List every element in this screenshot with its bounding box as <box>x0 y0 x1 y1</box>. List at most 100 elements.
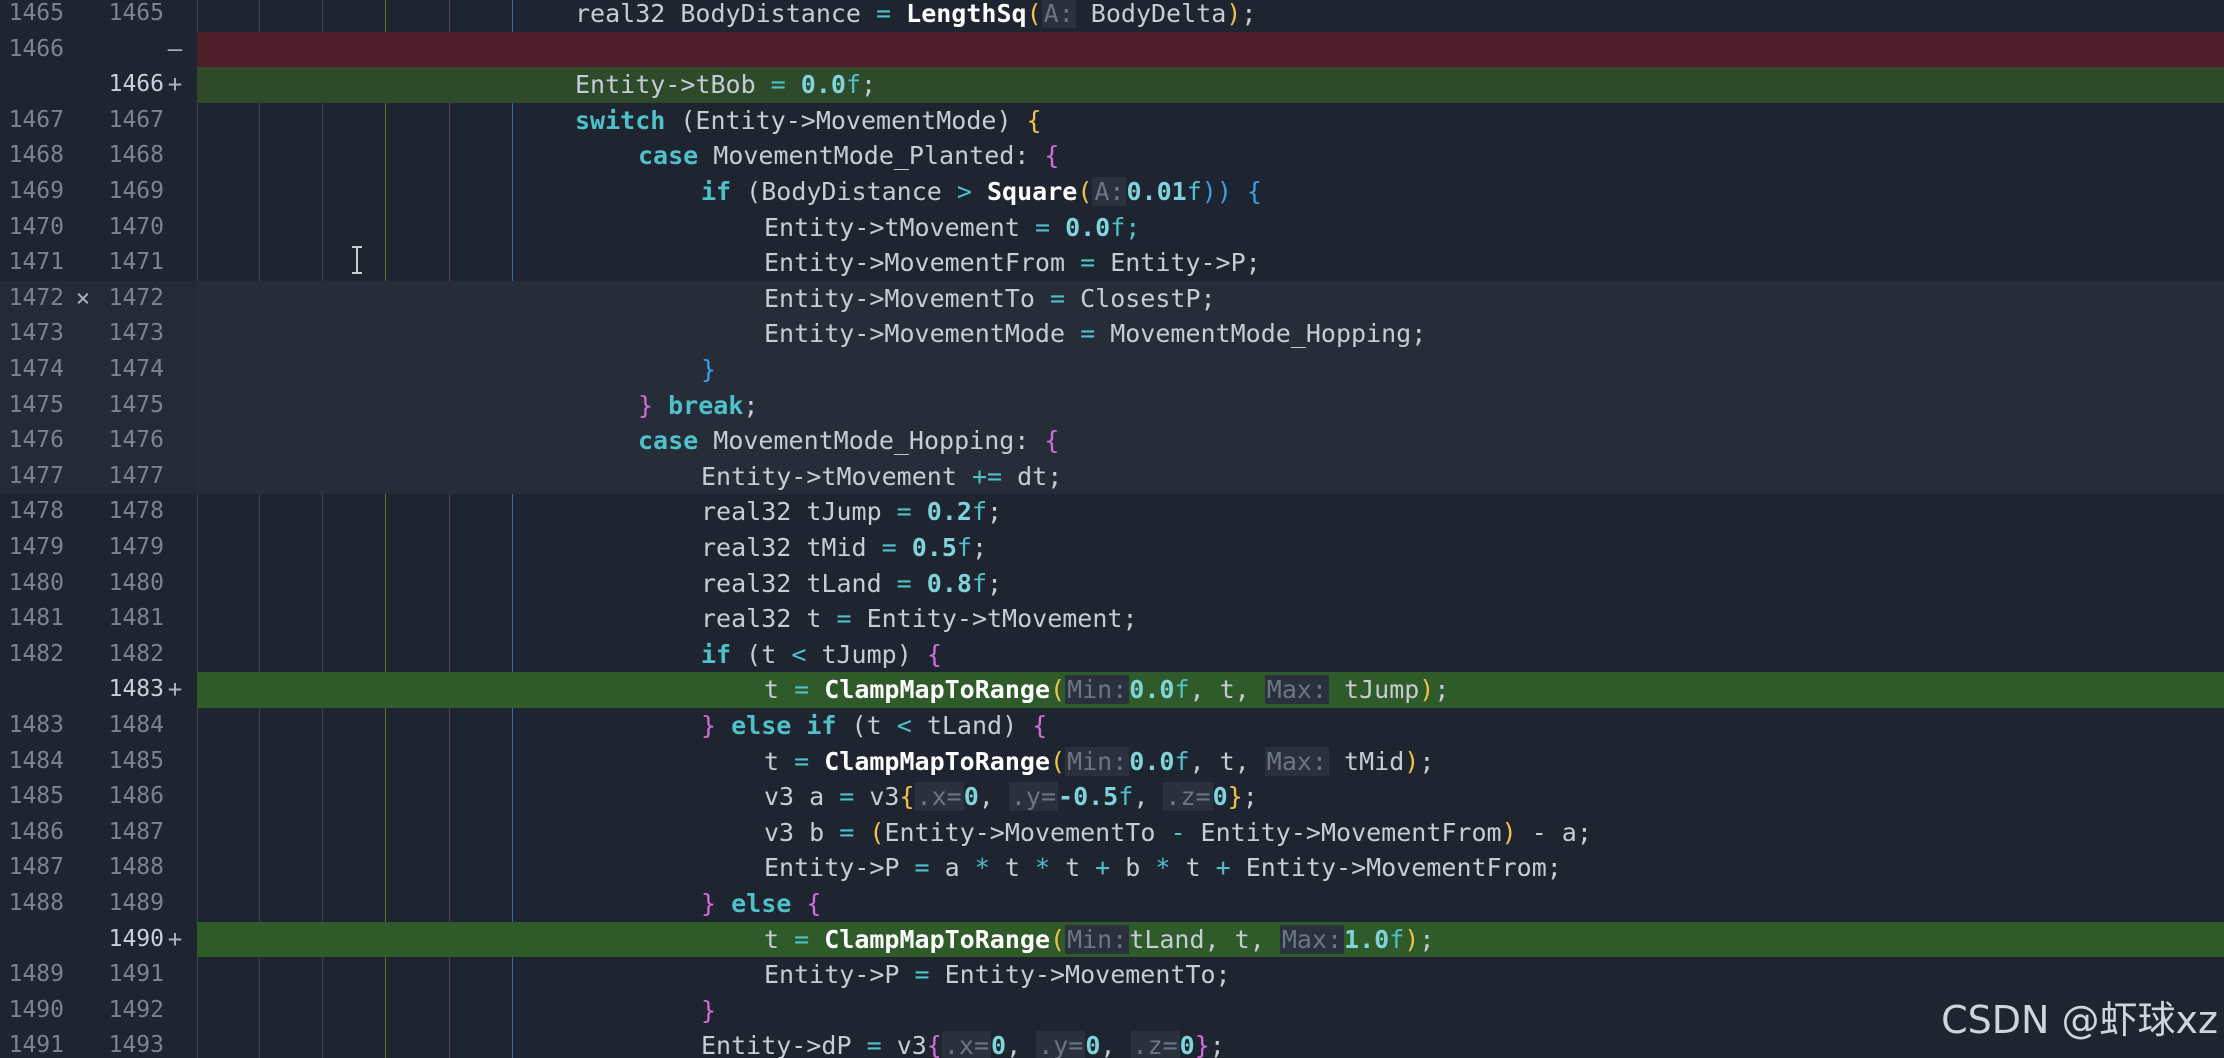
code-line: } <box>701 995 717 1025</box>
old-line-number: 1472 <box>8 284 64 311</box>
new-line-number: 1478 <box>108 498 164 525</box>
old-line-number: 1491 <box>8 1032 64 1058</box>
code-line: if (t < tJump) { <box>701 639 942 669</box>
code-line: Entity->MovementTo = ClosestP; <box>764 283 1216 313</box>
diff-row-hunk: 1472 ⨯ 1472 Entity->MovementTo = Closest… <box>0 280 2224 317</box>
new-line-number: 1491 <box>108 961 164 988</box>
diff-row: 1486 1487 v3 b = (Entity->MovementTo - E… <box>0 814 2224 851</box>
code-line: } else if (t < tLand) { <box>701 711 1048 740</box>
code-line: real32 tMid = 0.5f; <box>701 533 988 562</box>
old-line-number: 1466 <box>8 35 64 62</box>
code-line: v3 b = (Entity->MovementTo - Entity->Mov… <box>764 817 1592 847</box>
new-line-number: 1472 <box>108 284 164 311</box>
code-line: Entity->tMovement += dt; <box>701 461 1063 491</box>
diff-row-hunk: 1474 1474 } <box>0 352 2224 388</box>
code-line: real32 tJump = 0.2f; <box>701 497 1003 527</box>
old-line-number: 1483 <box>8 712 64 738</box>
new-line-number: 1485 <box>108 747 164 774</box>
diff-row-hunk: 1476 1476 case MovementMode_Hopping: { <box>0 423 2224 459</box>
new-line-number: 1475 <box>108 391 164 418</box>
diff-row: 1481 1481 real32 t = Entity->tMovement; <box>0 601 2224 637</box>
diff-row-removed: 1466 — <box>0 31 2224 68</box>
old-line-number: 1486 <box>8 818 64 845</box>
code-line: real32 tLand = 0.8f; <box>701 568 1003 598</box>
diff-row-hunk: 1477 1477 Entity->tMovement += dt; <box>0 458 2224 495</box>
diff-row-hunk: 1475 1475 } break; <box>0 387 2224 424</box>
code-line-bg <box>197 67 2224 103</box>
new-line-number: 1469 <box>108 178 164 204</box>
old-line-number: 1477 <box>8 462 64 489</box>
diff-row: 1470 1470 Entity->tMovement = 0.0f; <box>0 209 2224 246</box>
old-line-number: 1474 <box>8 356 64 382</box>
diff-row: 1480 1480 real32 tLand = 0.8f; <box>0 565 2224 602</box>
new-line-number: 1487 <box>108 818 164 845</box>
diff-row: 1490 1492 } <box>0 992 2224 1029</box>
new-line-number: 1477 <box>108 462 164 489</box>
code-line: switch (Entity->MovementMode) { <box>575 105 1042 135</box>
old-line-number: 1476 <box>8 427 64 454</box>
code-line: v3 a = v3{.x=0, .y=-0.5f, .z=0}; <box>764 782 1258 812</box>
diff-row-added: 1490 + t = ClampMapToRange(Min:tLand, t,… <box>0 921 2224 958</box>
old-line-number: 1481 <box>8 605 64 632</box>
diff-editor[interactable]: 1465 1465 real32 BodyDistance = LengthSq… <box>0 0 2224 1058</box>
code-line-bg <box>197 103 2224 139</box>
removed-marker-icon: — <box>167 34 183 63</box>
old-line-number: 1489 <box>8 961 64 988</box>
code-line: t = ClampMapToRange(Min:0.0f, t, Max: tJ… <box>764 675 1450 705</box>
old-line-number: 1470 <box>8 213 64 240</box>
diff-row: 1479 1479 real32 tMid = 0.5f; <box>0 530 2224 566</box>
revert-hunk-icon[interactable]: ⨯ <box>72 281 94 317</box>
old-line-number: 1480 <box>8 569 64 596</box>
code-line-bg <box>197 138 2224 174</box>
code-line-bg <box>197 494 2224 530</box>
code-line: Entity->tMovement = 0.0f; <box>764 212 1141 242</box>
code-line: Entity->tBob = 0.0f; <box>575 70 877 100</box>
code-line: case MovementMode_Hopping: { <box>638 426 1060 456</box>
new-line-number: 1483 <box>108 676 164 703</box>
old-line-number: 1490 <box>8 996 64 1023</box>
diff-row: 1478 1478 real32 tJump = 0.2f; <box>0 494 2224 530</box>
code-line: real32 t = Entity->tMovement; <box>701 604 1138 634</box>
new-line-number: 1476 <box>108 427 164 454</box>
diff-row-added: 1483 + t = ClampMapToRange(Min:0.0f, t, … <box>0 672 2224 708</box>
old-line-number: 1471 <box>8 249 64 276</box>
code-line-bg <box>197 210 2224 246</box>
diff-row: 1489 1491 Entity->P = Entity->MovementTo… <box>0 957 2224 993</box>
diff-row: 1483 1484 } else if (t < tLand) { <box>0 708 2224 744</box>
old-line-number: 1478 <box>8 498 64 525</box>
old-line-number: 1485 <box>8 783 64 810</box>
old-line-number: 1484 <box>8 747 64 774</box>
diff-row: 1487 1488 Entity->P = a * t * t + b * t … <box>0 850 2224 886</box>
code-line-bg <box>197 31 2224 68</box>
code-line: Entity->MovementMode = MovementMode_Hopp… <box>764 319 1427 349</box>
diff-row-hunk: 1473 1473 Entity->MovementMode = Movemen… <box>0 316 2224 352</box>
old-line-number: 1468 <box>8 142 64 169</box>
old-line-number: 1473 <box>8 320 64 347</box>
old-line-number: 1475 <box>8 391 64 418</box>
added-marker-icon: + <box>167 675 183 704</box>
code-line: } else { <box>701 889 822 918</box>
diff-row-added: 1466 + Entity->tBob = 0.0f; <box>0 67 2224 103</box>
code-line-bg <box>197 458 2224 495</box>
new-line-number: 1484 <box>108 712 164 738</box>
diff-row: 1488 1489 } else { <box>0 886 2224 922</box>
new-line-number: 1489 <box>108 890 164 916</box>
new-line-number: 1479 <box>108 534 164 560</box>
new-line-number: 1467 <box>108 106 164 133</box>
code-line-bg <box>197 352 2224 388</box>
diff-row: 1491 1493 Entity->dP = v3{.x=0, .y=0, .z… <box>0 1028 2224 1058</box>
diff-row: 1485 1486 v3 a = v3{.x=0, .y=-0.5f, .z=0… <box>0 779 2224 815</box>
old-line-number: 1479 <box>8 534 64 560</box>
new-line-number: 1492 <box>108 996 164 1023</box>
diff-row: 1469 1469 if (BodyDistance > Square(A:0.… <box>0 174 2224 210</box>
old-line-number: 1465 <box>8 0 64 26</box>
added-marker-icon: + <box>167 70 183 99</box>
new-line-number: 1486 <box>108 783 164 810</box>
new-line-number: 1466 <box>108 71 164 98</box>
code-line: real32 BodyDistance = LengthSq(A: BodyDe… <box>575 0 1257 28</box>
old-line-number: 1469 <box>8 178 64 204</box>
code-line: Entity->P = a * t * t + b * t + Entity->… <box>764 853 1562 883</box>
new-line-number: 1493 <box>108 1032 164 1058</box>
new-line-number: 1468 <box>108 142 164 169</box>
code-line: case MovementMode_Planted: { <box>638 141 1060 171</box>
